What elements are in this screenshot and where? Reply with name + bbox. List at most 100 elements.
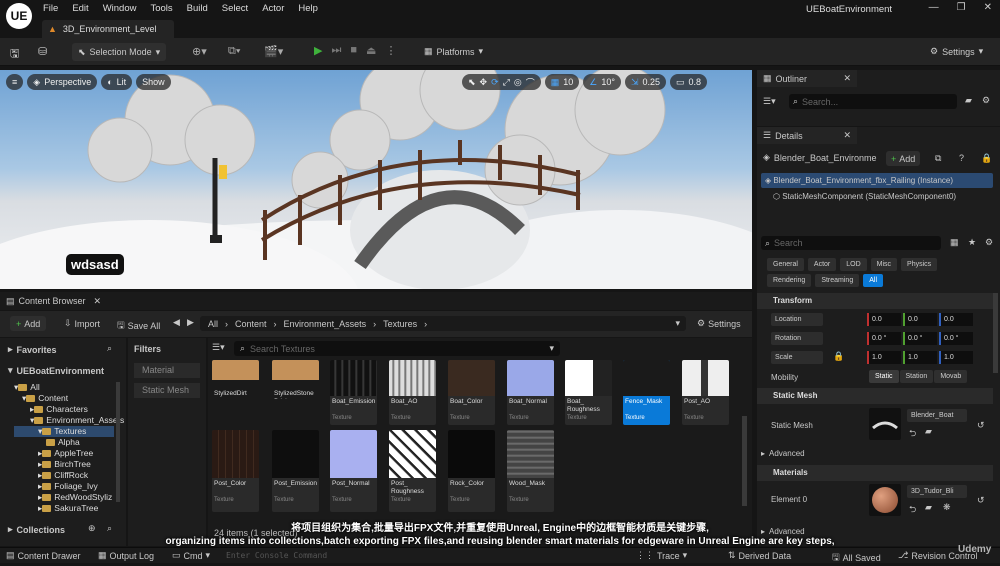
camera-speed[interactable]: ▭ 0.8 [670,74,708,90]
static-mesh-section[interactable]: Static Mesh [757,388,993,404]
menu-select[interactable]: Select [222,3,248,14]
add-button[interactable]: + Add [10,316,47,331]
gear-icon[interactable]: ⚙ [985,237,993,248]
tree-item-environment-assets[interactable]: ▾ Environment_Assets [14,415,124,426]
tree-item-sakuratree[interactable]: ▸ SakuraTree [14,503,114,514]
add-folder-icon[interactable]: ▰ [965,95,972,106]
asset-tile[interactable]: Boat_Normal Texture [507,360,554,425]
asset-tile[interactable]: Boat_ Roughness Texture [565,360,612,425]
materials-section[interactable]: Materials [757,465,993,481]
back-icon[interactable]: ◀ [173,317,180,328]
content-browser-tab[interactable]: ▤ Content Browser ✕ [0,292,752,310]
scale-snap[interactable]: ⇲ 0.25 [624,74,667,90]
details-scrollbar[interactable] [993,293,998,373]
lock-icon[interactable]: 🔒 [981,153,992,164]
menu-build[interactable]: Build [187,3,208,14]
surface-snap-icon[interactable]: ⌒ [526,76,535,89]
material-options-icon[interactable]: ❋ [943,502,951,513]
asset-tile[interactable]: Post_Color Texture [212,430,259,512]
rotation-y[interactable]: 0.0 ° [903,332,937,345]
details-search[interactable]: ⌕ Search [761,236,941,250]
skip-icon[interactable]: ⏭ [331,44,341,57]
asset-tile-selected[interactable]: Fence_Mask Texture [623,360,670,425]
browse-icon[interactable]: ▰ [925,502,932,513]
rotation-x[interactable]: 0.0 ° [867,332,901,345]
location-z[interactable]: 0.0 [939,313,973,326]
location-x[interactable]: 0.0 [867,313,901,326]
menu-help[interactable]: Help [298,3,318,14]
rotation-snap[interactable]: ∠ 10° [583,74,621,90]
asset-tile[interactable]: StylizedDirt [212,360,259,425]
material-dropdown[interactable]: 3D_Tudor_Bli [907,485,967,498]
stop-icon[interactable]: ■ [350,44,357,57]
asset-tile[interactable]: Wood_Mask Texture [507,430,554,512]
material-thumbnail[interactable] [869,484,901,516]
menu-tools[interactable]: Tools [150,3,172,14]
asset-tile[interactable]: Rock_Color Texture [448,430,495,512]
cb-settings-button[interactable]: ⚙ Settings [697,318,741,329]
unreal-logo[interactable]: UE [6,3,32,29]
component-instance-row[interactable]: ◈ Blender_Boat_Environment_fbx_Railing (… [761,173,993,188]
tree-item-cliffrock[interactable]: ▸ CliffRock [14,470,114,481]
tree-item-redwood[interactable]: ▸ RedWoodStyliz [14,492,114,503]
asset-scrollbar[interactable] [742,416,747,506]
search-icon[interactable]: ⌕ [107,343,112,354]
maximize-icon[interactable]: ❐ [957,2,966,13]
reset-icon[interactable]: ↺ [977,420,985,431]
outliner-search[interactable]: ⌕ Search... [789,94,957,109]
tree-item-alpha[interactable]: Alpha [14,437,114,448]
menu-edit[interactable]: Edit [72,3,88,14]
content-drawer-button[interactable]: ▤ Content Drawer [6,550,81,561]
blueprint-icon[interactable]: ⧉ [935,153,941,164]
rotation-z[interactable]: 0.0 ° [939,332,973,345]
tree-item-foliage-ivy[interactable]: ▸ Foliage_Ivy [14,481,114,492]
filter-icon[interactable]: ☰▾ [763,96,776,107]
close-icon[interactable]: ✕ [984,2,992,13]
grid-snap[interactable]: ▦ 10 [544,74,580,90]
save-all-button[interactable]: 🖫 Save All [117,318,160,334]
scale-y[interactable]: 1.0 [903,351,937,364]
help-icon[interactable]: ? [959,153,964,163]
static-mesh-dropdown[interactable]: Blender_Boat [907,409,967,422]
perspective-button[interactable]: ◈ Perspective [27,74,98,90]
asset-tile[interactable]: Boat_Emission Texture [330,360,377,425]
trace-button[interactable]: ⋮⋮ Trace ▾ [636,550,687,561]
minimize-icon[interactable]: — [929,2,939,13]
console-input[interactable]: Enter Console Command [226,549,626,562]
tree-item-appletree[interactable]: ▸ AppleTree [14,448,114,459]
rotation-dropdown[interactable]: Rotation [771,332,823,345]
breadcrumb-content[interactable]: Content [235,319,267,329]
cmd-button[interactable]: ▭ Cmd ▾ [172,550,210,561]
mobility-movable[interactable]: Movab [934,370,968,383]
move-tool-icon[interactable]: ✥ [480,77,488,88]
asset-tile[interactable]: Post_Emission Texture [272,430,319,512]
tree-scrollbar[interactable] [116,382,120,502]
selected-actor-name[interactable]: Blender_Boat_Environme [774,153,877,163]
lit-button[interactable]: ◐ Lit [101,74,133,90]
asset-tile[interactable]: Boat_Color Texture [448,360,495,425]
menu-file[interactable]: File [43,3,58,14]
static-mesh-thumbnail[interactable] [869,408,901,440]
menu-window[interactable]: Window [103,3,137,14]
source-control-icon[interactable]: ⛁ [38,45,47,58]
scale-dropdown[interactable]: Scale [771,351,823,364]
close-tab-icon[interactable]: ✕ [843,130,851,141]
table-icon[interactable]: ▦ [950,237,959,248]
filter-static-mesh[interactable]: Static Mesh [134,383,200,398]
close-tab-icon[interactable]: ✕ [94,296,102,307]
level-tab[interactable]: ▲ 3D_Environment_Level [42,20,174,38]
breadcrumb-environment-assets[interactable]: Environment_Assets [284,319,367,329]
cinematics-icon[interactable]: 🎬▾ [264,45,283,58]
asset-tile[interactable]: Post_AO Texture [682,360,729,425]
platforms-button[interactable]: ▦ Platforms ▾ [424,46,483,57]
show-button[interactable]: Show [136,74,171,90]
mobility-static[interactable]: Static [869,370,899,383]
world-icon[interactable]: ◎ [514,77,522,88]
selection-mode-button[interactable]: ⬉ Selection Mode ▾ [72,43,167,61]
tree-item-birchtree[interactable]: ▸ BirchTree [14,459,114,470]
advanced-toggle[interactable]: ▸ Advanced [761,449,805,458]
scale-tool-icon[interactable]: ⤢ [503,77,510,88]
star-icon[interactable]: ★ [968,237,976,248]
reset-icon[interactable]: ↺ [977,495,985,506]
scale-z[interactable]: 1.0 [939,351,973,364]
